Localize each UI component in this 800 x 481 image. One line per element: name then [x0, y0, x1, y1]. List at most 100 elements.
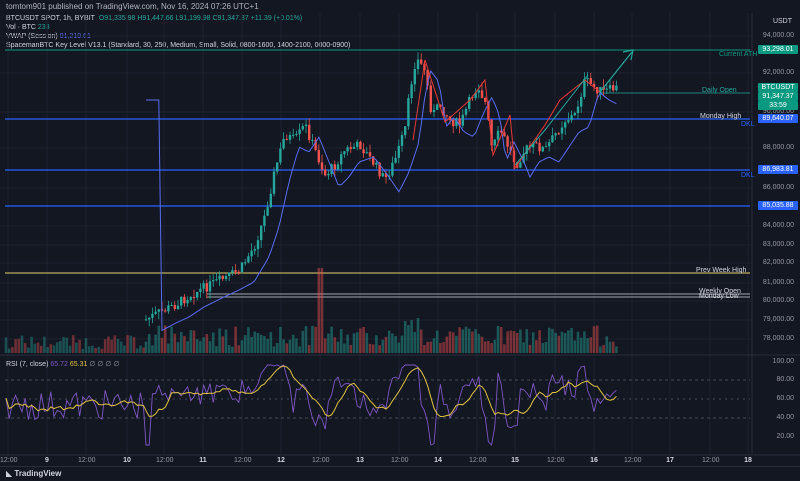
candle-body: [496, 130, 500, 140]
volume-bar: [263, 335, 266, 353]
volume-bar: [563, 332, 567, 353]
candle-body: [487, 101, 490, 120]
volume-bar: [269, 332, 273, 353]
volume-bar: [205, 334, 209, 353]
rsi-value: 65.72: [50, 361, 68, 368]
volume-bar: [87, 346, 91, 353]
volume-bar: [493, 339, 497, 353]
candle-body: [442, 107, 445, 116]
volume-label[interactable]: Vol · BTC: [6, 24, 36, 31]
volume-bar: [179, 332, 183, 353]
candle-body: [503, 132, 506, 137]
volume-bar: [266, 338, 269, 353]
volume-bar: [39, 345, 43, 353]
candle-body: [423, 63, 426, 71]
volume-bar: [560, 331, 564, 353]
candlesticks: [144, 52, 618, 327]
volume-bar: [163, 325, 167, 353]
volume-bar: [554, 332, 557, 353]
time-tick: 16: [590, 457, 598, 464]
volume-bar: [413, 331, 417, 353]
candle-body: [285, 138, 288, 140]
volume-bar: [391, 333, 394, 353]
last-price-box: 91,347.37: [758, 92, 798, 101]
volume-bar: [531, 332, 535, 353]
candle-body: [250, 250, 253, 257]
candle-body: [263, 215, 266, 226]
candle-body: [608, 85, 612, 89]
volume-bar: [480, 336, 484, 353]
candle-body: [391, 162, 394, 176]
volume-bar: [113, 335, 117, 353]
volume-bar: [339, 329, 343, 353]
volume-bar: [416, 317, 420, 353]
candle-body: [525, 145, 528, 154]
candle-body: [208, 281, 212, 292]
currency-label[interactable]: USDT: [773, 18, 792, 25]
volume-bar: [237, 345, 241, 353]
volume-bar: [132, 337, 136, 353]
candle-body: [560, 127, 564, 134]
volume-bar: [528, 344, 532, 353]
candle-body: [327, 174, 330, 176]
price-tick: 81,000.00: [762, 279, 794, 286]
volume-bar: [11, 347, 14, 353]
candle-body: [439, 104, 442, 108]
candle-body: [320, 162, 324, 170]
brand-name: TradingView: [14, 469, 62, 478]
time-tick: 17: [666, 457, 674, 464]
candle-body: [445, 115, 448, 117]
volume-bar: [36, 342, 40, 353]
volume-bar: [295, 338, 298, 353]
rsi-ma-value: 65.31: [69, 361, 88, 368]
volume-bar: [397, 342, 401, 353]
volume-bar: [515, 332, 519, 353]
candle-body: [240, 262, 244, 273]
volume-bar: [429, 341, 433, 353]
candle-body: [205, 283, 208, 292]
indicator-label[interactable]: SpacemanBTC Key Level V13.1 (Standard, 3…: [6, 42, 350, 49]
candle-body: [199, 288, 202, 292]
volume-bar: [375, 335, 378, 353]
candle-body: [368, 152, 372, 157]
price-tick: 86,000.00: [762, 184, 794, 191]
volume-bar: [231, 346, 234, 353]
volume-bar: [49, 344, 53, 353]
chart-canvas: [0, 13, 800, 456]
candle-body: [279, 148, 282, 163]
candle-body: [567, 120, 570, 123]
candle-body: [378, 162, 381, 177]
time-tick: 12: [277, 457, 285, 464]
candle-body: [589, 78, 592, 84]
volume-bar: [100, 348, 104, 353]
volume-bar: [186, 341, 189, 353]
volume-bar: [311, 325, 314, 353]
candle-body: [468, 97, 471, 109]
candle-body: [586, 78, 589, 80]
vwap-label[interactable]: VWAP (Session): [6, 33, 58, 40]
candle-body: [176, 305, 180, 309]
candle-body: [602, 86, 605, 90]
volume-bar: [592, 326, 596, 353]
volume-bar: [160, 337, 164, 353]
volume-bars: [4, 268, 618, 353]
volume-bar: [455, 335, 458, 353]
candle-body: [532, 142, 535, 148]
volume-bar: [227, 345, 231, 353]
volume-bar: [52, 345, 56, 353]
rsi-legend[interactable]: RSI (7, close) 65.72 65.31 ∅ ∅ ∅ ∅: [6, 360, 120, 368]
candle-body: [397, 145, 400, 158]
arrow-head-icon: [622, 49, 634, 61]
volume-bar: [110, 339, 113, 353]
candle-body: [362, 149, 365, 154]
candle-body: [202, 283, 205, 289]
symbol-info[interactable]: BTCUSDT SPOT, 1h, BYBIT: [6, 15, 95, 22]
volume-bar: [547, 327, 551, 353]
candle-body: [375, 162, 378, 165]
volume-bar: [282, 339, 285, 353]
volume-bar: [154, 334, 157, 353]
volume-bar: [107, 336, 110, 353]
candle-body: [228, 272, 231, 277]
candle-body: [260, 225, 263, 241]
candle-body: [317, 150, 320, 163]
